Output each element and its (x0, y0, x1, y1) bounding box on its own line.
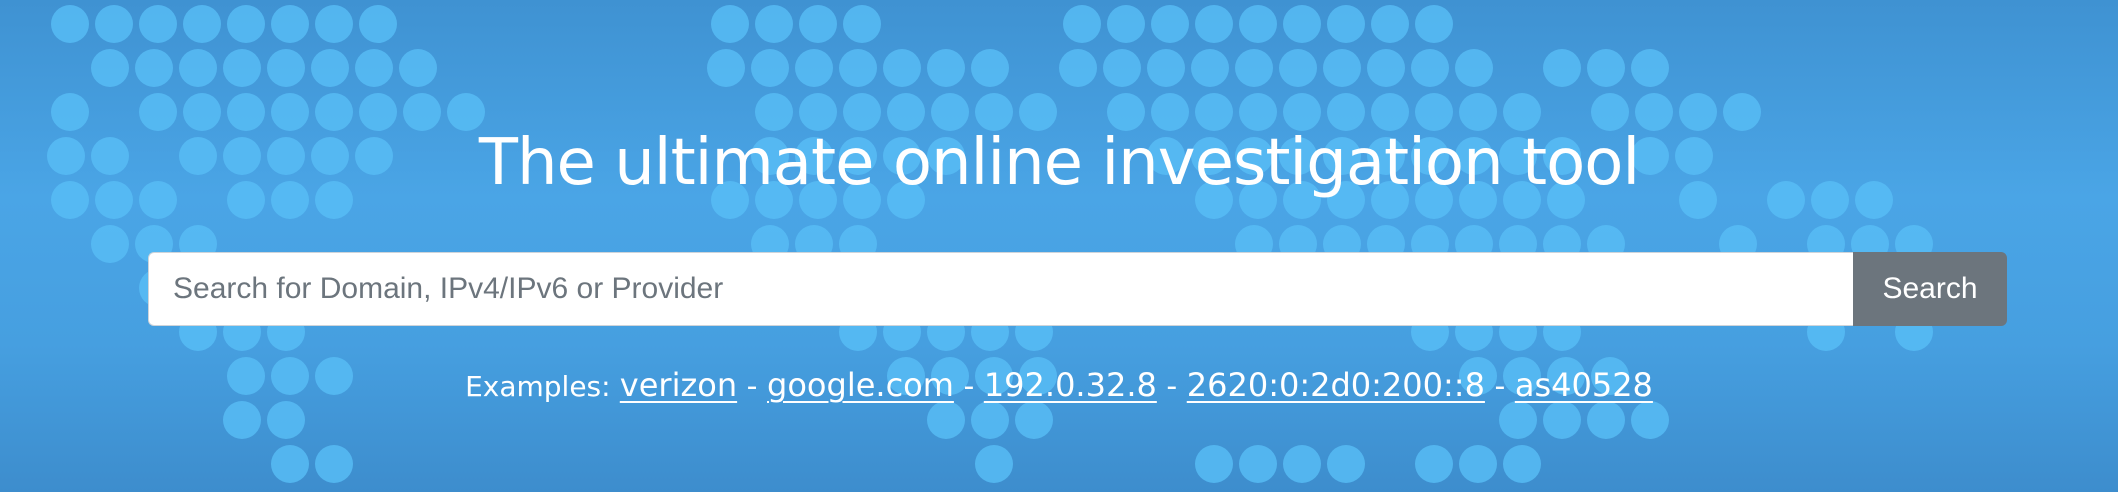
example-link-ipv6[interactable]: 2620:0:2d0:200::8 (1187, 366, 1485, 404)
hero-banner: The ultimate online investigation tool S… (0, 0, 2118, 492)
examples-row: Examples: verizon - google.com - 192.0.3… (0, 360, 2118, 412)
search-button[interactable]: Search (1853, 252, 2007, 326)
example-link-ipv4[interactable]: 192.0.32.8 (984, 366, 1157, 404)
separator: - (1156, 369, 1187, 404)
page-title: The ultimate online investigation tool (478, 126, 1640, 200)
example-link-verizon[interactable]: verizon (620, 366, 737, 404)
hero-content: The ultimate online investigation tool S… (0, 0, 2118, 492)
examples-label: Examples: (465, 370, 611, 403)
separator: - (1484, 369, 1515, 404)
separator: - (953, 369, 984, 404)
example-link-google[interactable]: google.com (767, 366, 954, 404)
separator: - (737, 369, 768, 404)
example-link-asn[interactable]: as40528 (1515, 366, 1653, 404)
search-input[interactable] (148, 252, 1853, 326)
search-form: Search (148, 252, 2007, 326)
